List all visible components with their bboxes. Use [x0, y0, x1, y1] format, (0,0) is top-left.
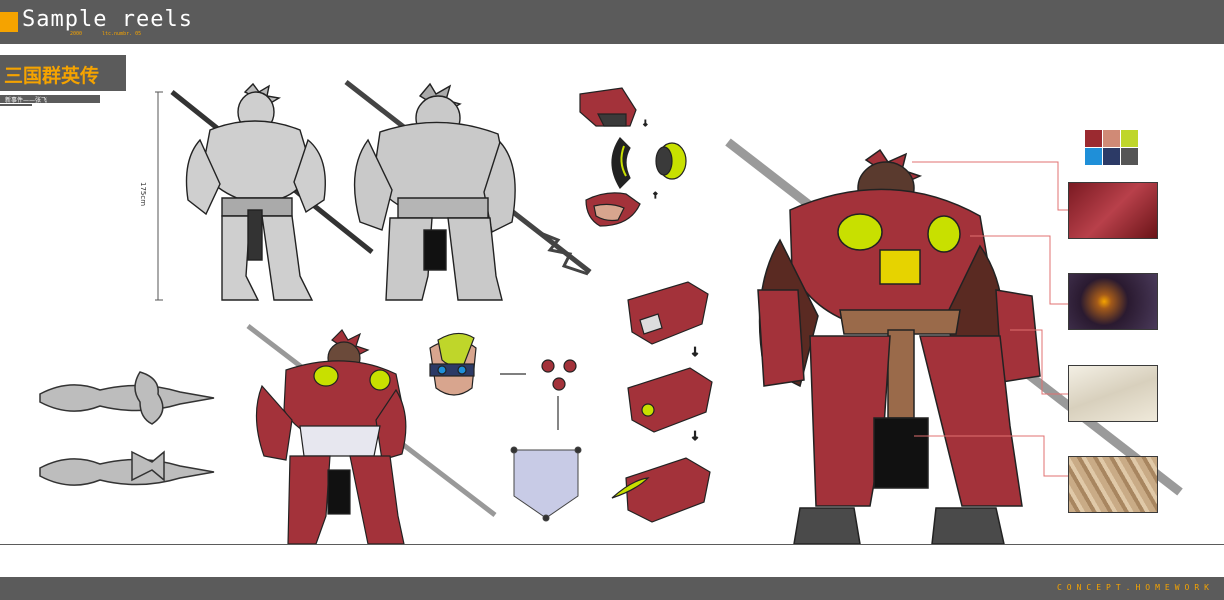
sketch-gray-figure: [344, 80, 592, 301]
reference-image-red-paint: [1068, 182, 1158, 239]
svg-text:↓: ↓: [690, 429, 700, 443]
face-detail: [429, 332, 577, 430]
palette-swatch-2: [1103, 130, 1120, 147]
weapon-head-views: [39, 371, 215, 486]
palette-swatch-5: [1103, 148, 1120, 165]
helmet-exploded-parts: ↓ ↑: [579, 87, 687, 227]
footer-text: CONCEPT.HOMEWORK: [1056, 583, 1214, 592]
svg-text:↑: ↑: [652, 191, 659, 200]
sketch-front-figure: [170, 82, 374, 301]
reference-image-glow-light: [1068, 273, 1158, 330]
palette-swatch-4: [1085, 148, 1102, 165]
palette-swatch-1: [1085, 130, 1102, 147]
palette-swatch-3: [1121, 130, 1138, 147]
svg-text:↓: ↓: [642, 119, 649, 128]
reference-image-rope: [1068, 456, 1158, 513]
height-measure-line: [155, 91, 163, 301]
ground-line: [0, 544, 1224, 545]
concept-art-canvas: ↓ ↑ ↓ ↓: [39, 80, 1183, 545]
svg-text:↓: ↓: [690, 345, 700, 359]
footer-bar: CONCEPT.HOMEWORK: [0, 577, 1224, 600]
shield-diagram: [510, 446, 582, 522]
palette-swatch-6: [1121, 148, 1138, 165]
arm-transform-sequence: ↓ ↓: [611, 281, 713, 523]
reference-image-cloth: [1068, 365, 1158, 422]
